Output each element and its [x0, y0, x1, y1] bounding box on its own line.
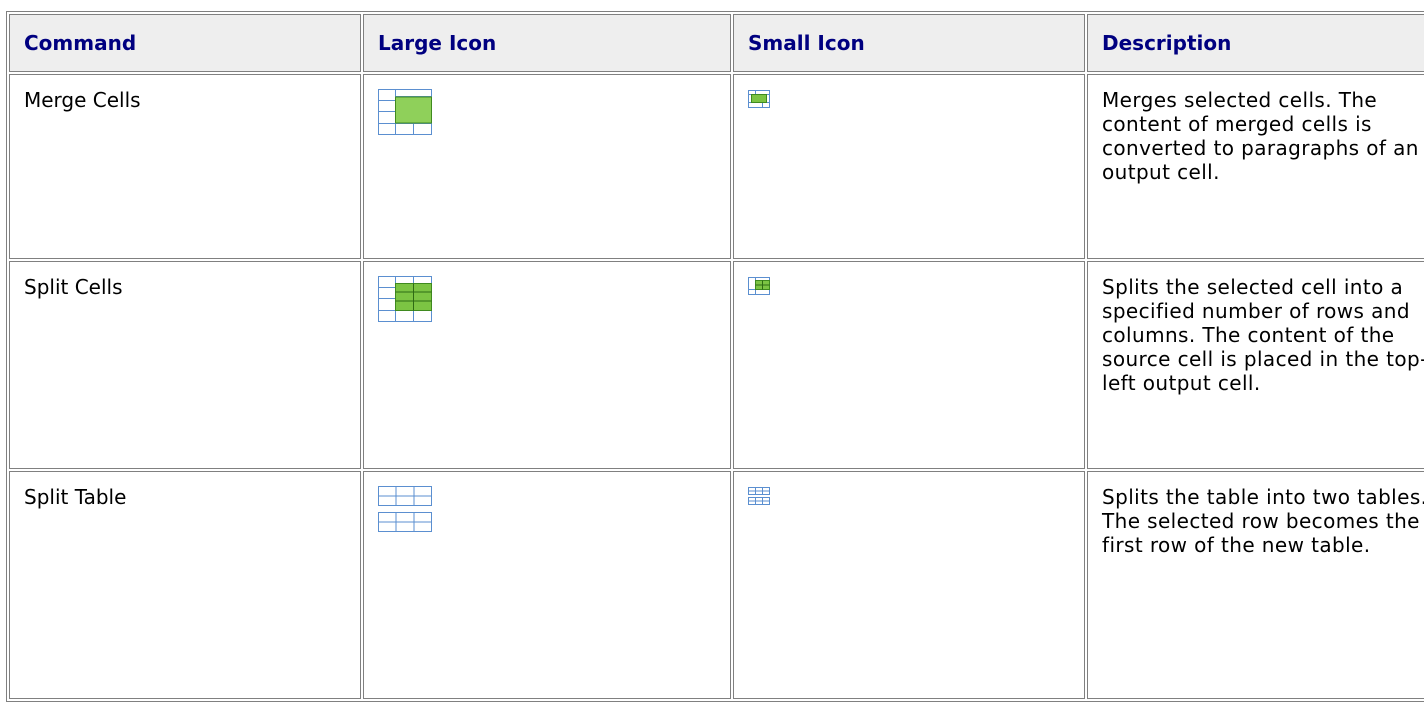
large-icon-cell: [363, 74, 731, 259]
large-icon-cell: [363, 261, 731, 469]
split-cells-icon: [378, 276, 432, 327]
header-description: Description: [1087, 14, 1424, 72]
table-row: Split Cells Splits the selected cell int…: [9, 261, 1424, 469]
small-icon-cell: [733, 74, 1085, 259]
table-header-row: Command Large Icon Small Icon Descriptio…: [9, 14, 1424, 72]
small-icon-cell: [733, 261, 1085, 469]
merge-cells-icon: [378, 89, 432, 140]
command-description: Splits the selected cell into a specifie…: [1087, 261, 1424, 469]
commands-table: Command Large Icon Small Icon Descriptio…: [6, 11, 1424, 702]
split-table-icon: [378, 486, 432, 537]
commands-table-container: Command Large Icon Small Icon Descriptio…: [6, 11, 1424, 702]
header-command: Command: [9, 14, 361, 72]
header-large-icon: Large Icon: [363, 14, 731, 72]
merge-cells-icon: [748, 89, 770, 113]
split-table-icon: [748, 486, 770, 510]
table-row: Split Table Splits the table into two ta…: [9, 471, 1424, 699]
command-description: Merges selected cells. The content of me…: [1087, 74, 1424, 259]
command-name: Split Table: [9, 471, 361, 699]
large-icon-cell: [363, 471, 731, 699]
command-name: Merge Cells: [9, 74, 361, 259]
table-row: Merge Cells Merges selected cells. The c…: [9, 74, 1424, 259]
small-icon-cell: [733, 471, 1085, 699]
command-description: Splits the table into two tables. The se…: [1087, 471, 1424, 699]
header-small-icon: Small Icon: [733, 14, 1085, 72]
split-cells-icon: [748, 276, 770, 300]
command-name: Split Cells: [9, 261, 361, 469]
